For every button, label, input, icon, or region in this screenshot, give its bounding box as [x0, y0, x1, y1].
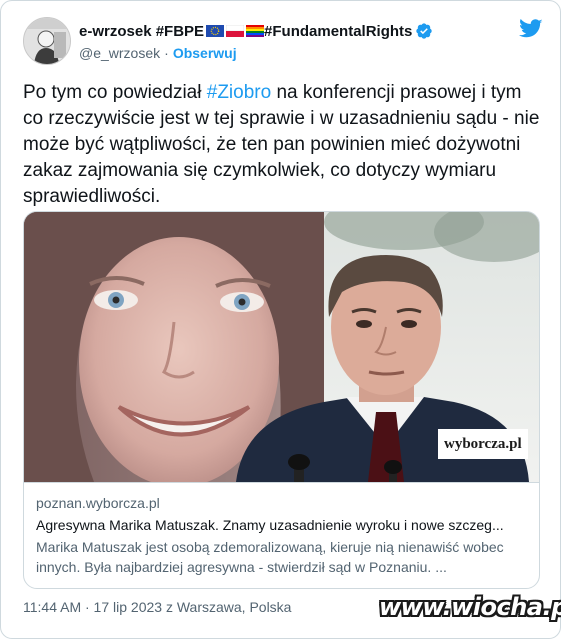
- twitter-bird-icon[interactable]: [519, 19, 543, 39]
- tweet-text-part1: Po tym co powiedział: [23, 82, 207, 103]
- site-watermark: www.wiocha.pl: [379, 593, 561, 621]
- author-display-name[interactable]: e-wrzosek #FBPE: [79, 23, 204, 40]
- tweet-text: Po tym co powiedział #Ziobro na konferen…: [23, 80, 543, 210]
- hashtag-link[interactable]: #Ziobro: [207, 82, 271, 103]
- follow-button[interactable]: Obserwuj: [173, 45, 237, 61]
- wyborcza-watermark-main: wyborcza: [444, 436, 506, 452]
- eu-flag-icon: [206, 25, 225, 37]
- tweet-card[interactable]: e-wrzosek #FBPE #FundamentalRights @e_wr…: [0, 0, 561, 639]
- card-image[interactable]: wyborcza.pl: [24, 212, 539, 482]
- author-handle[interactable]: @e_wrzosek: [79, 45, 160, 61]
- card-title[interactable]: Agresywna Marika Matuszak. Znamy uzasadn…: [36, 514, 529, 536]
- card-meta[interactable]: poznan.wyborcza.pl Agresywna Marika Matu…: [24, 482, 539, 588]
- tweet-timestamp[interactable]: 11:44 AM · 17 lip 2023 z Warszawa, Polsk…: [23, 599, 291, 615]
- author-name-row[interactable]: e-wrzosek #FBPE #FundamentalRights: [79, 22, 433, 40]
- card-domain: poznan.wyborcza.pl: [36, 495, 160, 511]
- link-preview-card[interactable]: wyborcza.pl poznan.wyborcza.pl Agresywna…: [23, 211, 540, 589]
- card-description: Marika Matuszak jest osobą zdemoralizowa…: [36, 539, 504, 575]
- avatar[interactable]: [23, 17, 71, 65]
- author-display-name-suffix[interactable]: #FundamentalRights: [264, 23, 412, 40]
- wyborcza-watermark: wyborcza.pl: [438, 429, 528, 459]
- rainbow-flag-icon: [246, 25, 265, 37]
- poland-flag-icon: [226, 25, 245, 37]
- tweet-header: e-wrzosek #FBPE #FundamentalRights @e_wr…: [23, 15, 543, 71]
- wyborcza-watermark-tld: .pl: [505, 436, 522, 452]
- author-handle-row: @e_wrzosek · Obserwuj: [79, 45, 237, 61]
- verified-badge-icon: [416, 23, 433, 39]
- separator-dot: ·: [164, 45, 169, 61]
